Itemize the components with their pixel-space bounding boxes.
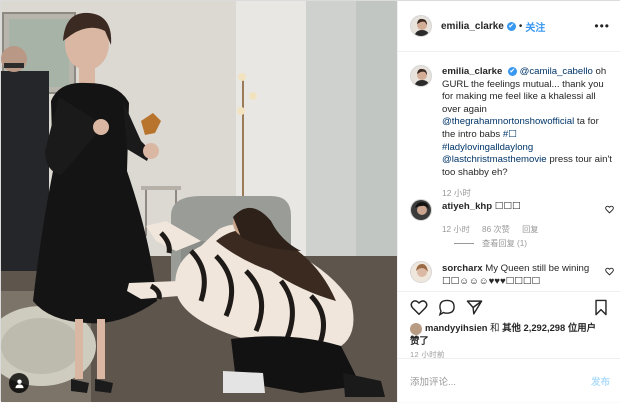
comments-list[interactable]: emilia_clarke ✔ @camila_cabello oh GURL … — [398, 53, 620, 291]
more-dots-icon[interactable]: ••• — [594, 19, 610, 33]
heart-icon[interactable] — [605, 205, 614, 214]
comment-input[interactable]: 添加评论... — [410, 374, 456, 388]
caption-text: emilia_clarke ✔ @camila_cabello oh GURL … — [442, 66, 614, 200]
mention-link[interactable]: @camila_cabello — [520, 66, 593, 77]
hashtag-link[interactable]: #☐ — [503, 129, 517, 140]
paper-plane-icon[interactable] — [466, 299, 483, 316]
liker-avatar — [410, 322, 422, 335]
comment-text: sorcharx My Queen still be wining ☐☐☺☺☺♥… — [442, 263, 592, 288]
likes-others[interactable]: 其他 — [502, 322, 521, 333]
post-photo[interactable] — [1, 1, 397, 402]
action-icons — [410, 299, 610, 319]
avatar[interactable] — [410, 199, 432, 221]
post-header: emilia_clarke ✔ • 关注 ••• — [398, 1, 620, 52]
verified-badge-icon: ✔ — [506, 21, 516, 31]
avatar[interactable] — [410, 65, 432, 87]
comment-body: ☐☐☐ — [494, 201, 521, 212]
comment-meta: 12 小时 86 次赞 回复 — [442, 223, 548, 235]
person-tag-icon[interactable] — [9, 373, 29, 393]
comment-item: sorcharx My Queen still be wining ☐☐☺☺☺♥… — [410, 261, 616, 291]
likes-and: 和 — [490, 322, 500, 333]
header-username[interactable]: emilia_clarke — [441, 21, 504, 32]
mention-link[interactable]: @lastchristmasthemovie — [442, 154, 547, 165]
comment-bubble-icon[interactable] — [438, 299, 456, 316]
view-replies-button[interactable]: 查看回复 (1) — [454, 237, 527, 249]
caption-username[interactable]: emilia_clarke — [442, 66, 502, 77]
bookmark-icon[interactable] — [594, 299, 608, 316]
instagram-post: emilia_clarke ✔ • 关注 ••• emilia_clarke ✔… — [0, 0, 620, 402]
heart-icon[interactable] — [605, 267, 614, 276]
likes-summary[interactable]: mandyyihsien 和 其他 2,292,298 位用户 赞了 — [410, 322, 610, 347]
mention-link[interactable]: @thegrahamnortonshowofficial — [442, 116, 574, 127]
hashtag-link[interactable]: #ladylovingalldaylong — [442, 142, 533, 153]
comment-username[interactable]: atiyeh_khp — [442, 201, 492, 212]
comment-likes[interactable]: 86 次赞 — [482, 225, 510, 234]
replies-divider — [454, 242, 474, 244]
likes-count[interactable]: 2,292,298 — [524, 322, 566, 333]
follow-button[interactable]: 关注 — [525, 19, 545, 34]
separator-dot: • — [518, 20, 523, 32]
likes-liked-label: 赞了 — [410, 334, 429, 346]
comment-time: 12 小时 — [442, 225, 470, 234]
post-comment-button[interactable]: 发布 — [591, 374, 610, 388]
view-replies-label: 查看回复 (1) — [482, 239, 528, 248]
avatar[interactable] — [410, 15, 432, 37]
avatar[interactable] — [410, 261, 432, 283]
heart-icon[interactable] — [410, 299, 428, 316]
add-comment-bar: 添加评论... 发布 — [398, 358, 620, 403]
comment-username[interactable]: sorcharx — [442, 263, 483, 274]
post-side-panel: emilia_clarke ✔ • 关注 ••• emilia_clarke ✔… — [397, 1, 620, 402]
actions-section: mandyyihsien 和 其他 2,292,298 位用户 赞了 12 小时… — [398, 291, 620, 402]
liker-username[interactable]: mandyyihsien — [425, 322, 488, 333]
comment-item: atiyeh_khp ☐☐☐ 12 小时 86 次赞 回复 查看回复 (1) — [410, 199, 616, 259]
comment-text: atiyeh_khp ☐☐☐ — [442, 201, 592, 214]
reply-button[interactable]: 回复 — [522, 225, 538, 234]
likes-suffix: 位用户 — [567, 322, 596, 333]
photo-illustration — [1, 1, 397, 402]
verified-badge-icon: ✔ — [507, 66, 517, 76]
